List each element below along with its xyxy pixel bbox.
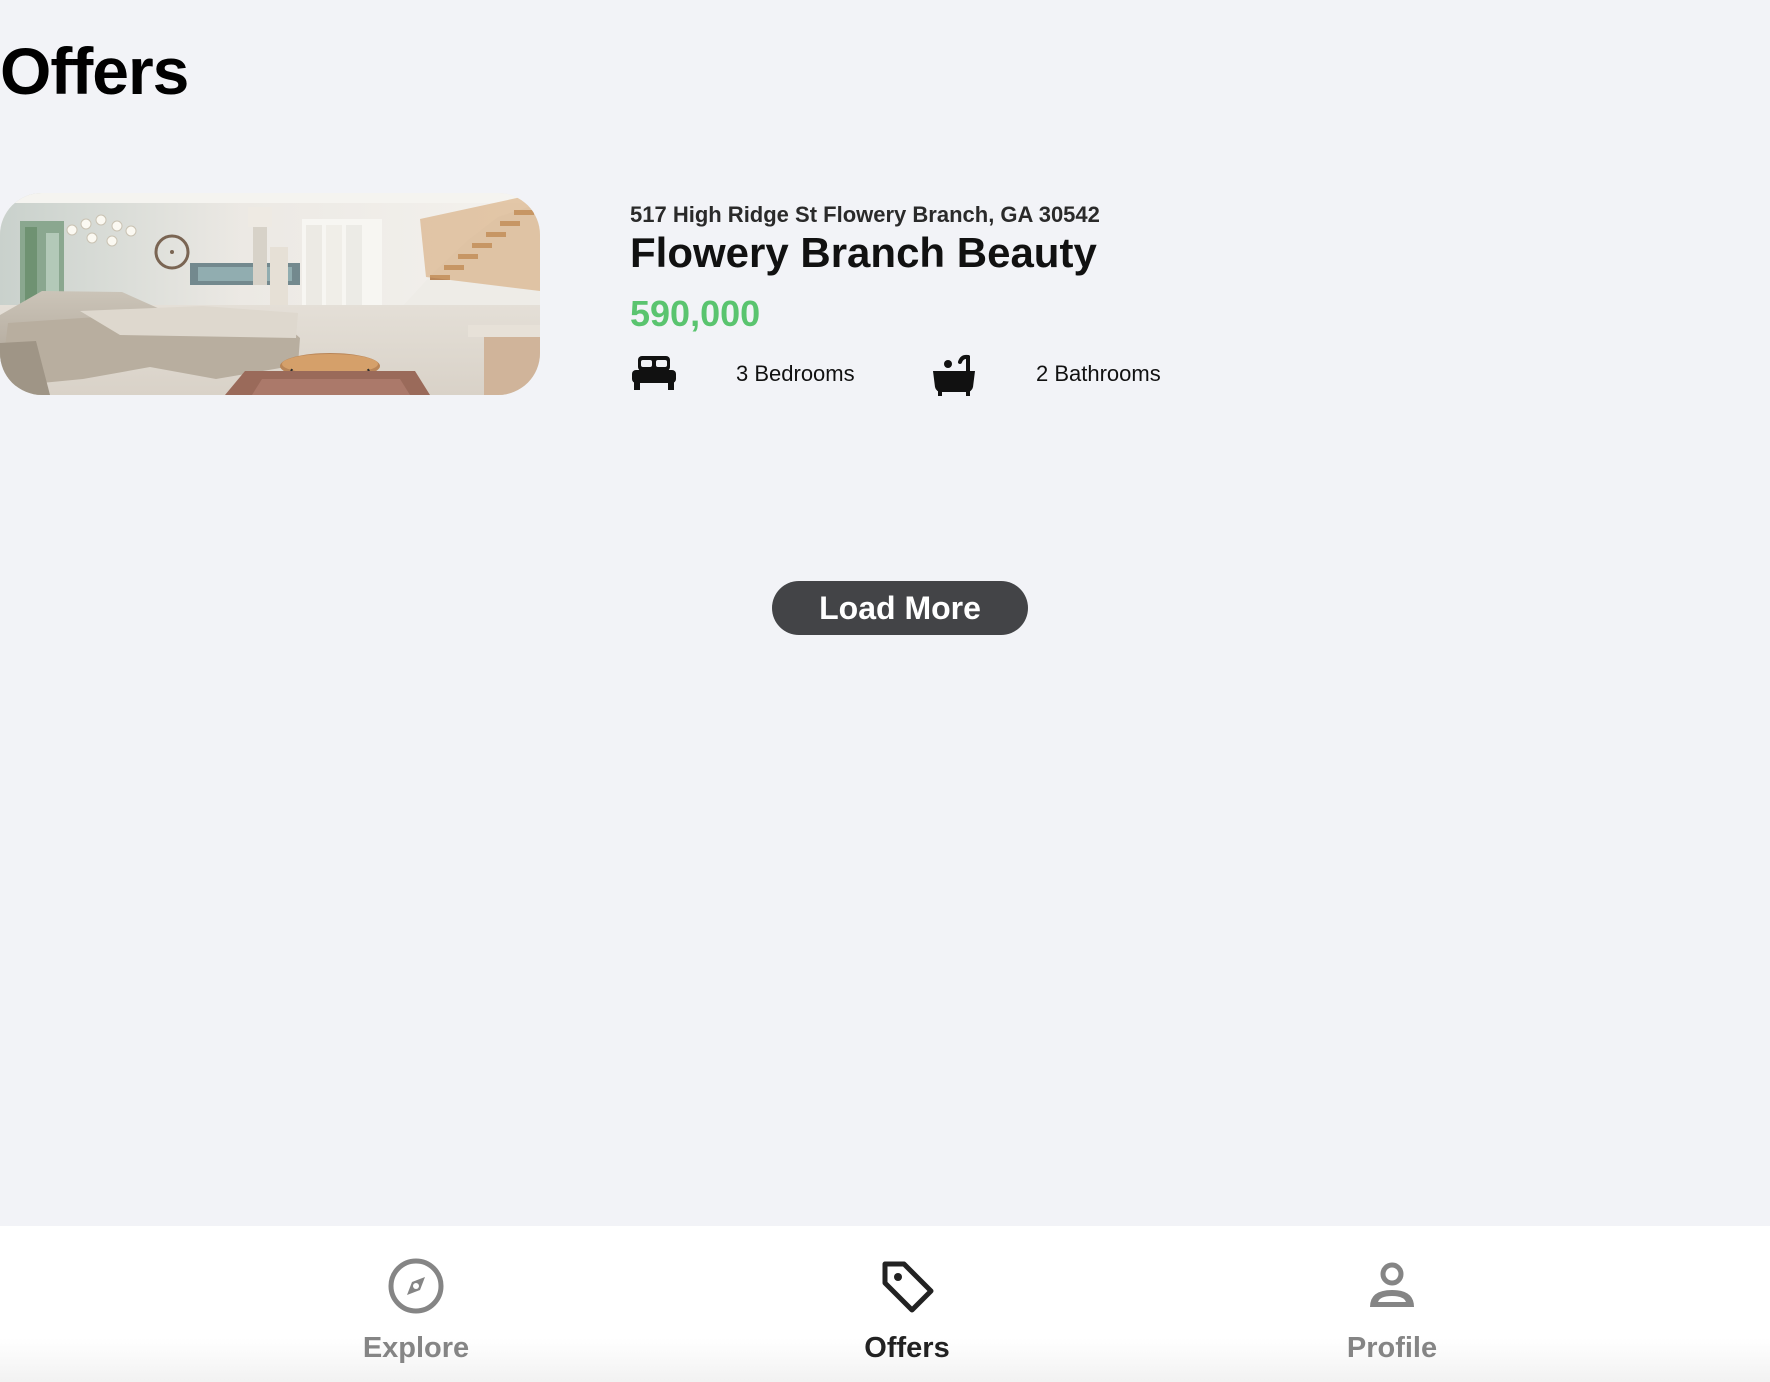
interior-photo-image: [0, 193, 540, 395]
load-more-button[interactable]: Load More: [772, 581, 1028, 635]
listing-title[interactable]: Flowery Branch Beauty: [630, 229, 1097, 277]
listing-price: 590,000: [630, 293, 761, 334]
offers-page: Offers 517 High Ridge St Flowery Branch,…: [0, 0, 1770, 1382]
page-title: Offers: [0, 34, 189, 108]
tab-offers-label: Offers: [864, 1332, 950, 1364]
tag-icon: [877, 1256, 937, 1316]
listing-address: 517 High Ridge St Flowery Branch, GA 305…: [630, 202, 1100, 227]
tab-offers[interactable]: Offers: [797, 1226, 1017, 1382]
tab-explore-label: Explore: [362, 1332, 470, 1364]
bathtub-icon: [932, 353, 976, 396]
tab-explore[interactable]: Explore: [306, 1226, 526, 1382]
tab-profile-label: Profile: [1346, 1332, 1438, 1364]
bedrooms-count: 3 Bedrooms: [736, 361, 855, 386]
listing-photo[interactable]: [0, 193, 540, 395]
bed-icon: [632, 353, 676, 391]
bottom-navigation: Explore Offers Profile: [0, 1226, 1770, 1382]
tab-profile[interactable]: Profile: [1282, 1226, 1502, 1382]
listing-card[interactable]: 517 High Ridge St Flowery Branch, GA 305…: [0, 193, 1200, 396]
user-icon: [1362, 1256, 1422, 1316]
bathrooms-count: 2 Bathrooms: [1036, 361, 1161, 386]
compass-icon: [386, 1256, 446, 1316]
